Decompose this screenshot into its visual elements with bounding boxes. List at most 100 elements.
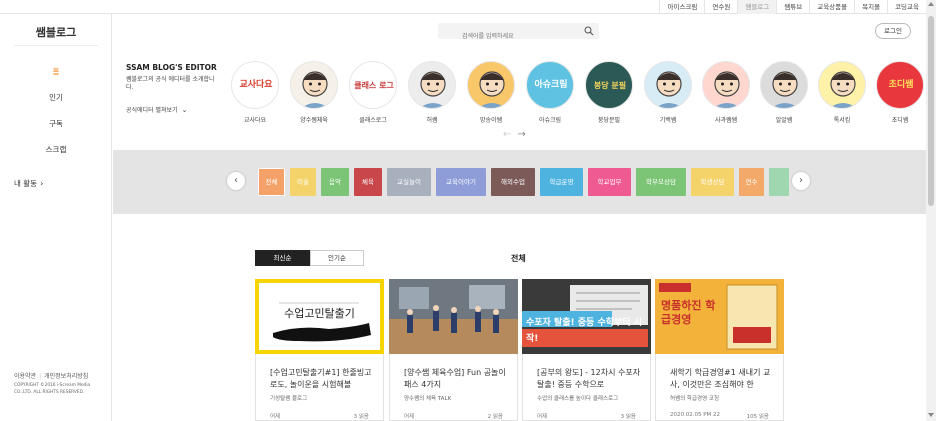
editor-avatar-name[interactable]: 사과쌤쌤 [696,115,756,124]
category-chip[interactable]: 음악 [321,168,349,196]
post-title[interactable]: [수업고민탈출기#1] 한줄빙고로도, 놀이운을 시험해볼 [270,367,374,391]
editor-title: SSAM BLOG'S EDITOR [126,63,217,72]
category-chip[interactable]: 교육이야기 [436,168,486,196]
top-link[interactable]: 쌤블로그 [737,0,777,14]
post-card-body: [공부의 왕도] - 12차시 수포자 탈출! 중등 수학으로수업의 클래스를 … [522,354,651,421]
editor-avatar[interactable] [644,61,692,109]
top-link[interactable]: 코딩교육 [887,0,926,14]
post-read-count: 105 읽음 [746,414,769,420]
post-author[interactable]: 양수쌤의 체육 TALK [404,394,451,402]
editor-avatar[interactable]: 교사다요 [231,61,279,109]
editor-avatar[interactable] [290,61,338,109]
avatar-face-icon [829,71,857,108]
category-chip[interactable]: 학급운영 [540,168,583,196]
site-logo[interactable]: 쌤블로그 [0,24,112,40]
category-chip[interactable]: 연수 [739,168,764,196]
nav-popular[interactable]: 인기 [0,92,112,103]
post-title[interactable]: [공부의 왕도] - 12차시 수포자 탈출! 중등 수학으로 [537,367,641,391]
post-author[interactable]: 기성탈쌤 블로그 [270,394,307,402]
avatar-face-icon [655,71,683,108]
editor-avatar-name[interactable]: 허쌤 [402,115,462,124]
editor-avatar-name[interactable]: 붕당분필 [579,115,639,124]
category-chip[interactable]: 학생상담 [691,168,734,196]
editor-avatar[interactable]: 아슈크림 [526,61,574,109]
separator: | [39,373,42,380]
top-link[interactable]: 복지몰 [854,0,887,14]
category-chip[interactable]: 해외수업 [491,168,535,196]
category-prev-button[interactable]: ‹ [227,172,245,190]
editor-avatar[interactable]: 붕당 분필 [585,61,633,109]
editor-avatar-name[interactable]: 양수쌤체육 [284,115,344,124]
post-card[interactable]: 명품하진 학급경영새학기 학급경영#1 새내기 교사, 이것만은 조심해야 한허… [655,279,784,421]
scrollbar-thumb[interactable] [928,16,934,206]
editor-avatar[interactable]: 클래스 로그 [349,61,397,109]
scroll-down-icon[interactable] [928,413,934,417]
avatar-text: 초디쌤 [888,80,914,91]
nav-scrap[interactable]: 스크랩 [0,144,112,155]
post-card[interactable]: 수업고민탈출기 [수업고민탈출기#1] 한줄빙고로도, 놀이운을 시험해볼기성탈쌤… [255,279,384,421]
search-box [438,23,599,45]
editor-avatar-name[interactable]: 톡서킴 [812,115,872,124]
category-chip[interactable] [769,168,789,196]
post-thumbnail[interactable] [389,279,518,354]
post-card[interactable]: [양수쌤 체육수업] Fun 공놀이 패스 4가지 양수쌤의 체육 TALK 어제 2… [389,279,518,421]
scrollbar[interactable] [926,0,936,421]
top-link[interactable]: 아이스크림 [659,0,704,14]
editor-avatar-name[interactable]: 초디쌤 [870,115,930,124]
post-date: 어제 [404,414,415,420]
editor-avatar-name[interactable]: 교사다요 [225,115,285,124]
category-chip[interactable]: 미술 [290,168,316,196]
privacy-link[interactable]: 개인정보처리방침 [44,373,88,380]
top-link[interactable]: 쌤튜브 [776,0,809,14]
post-author[interactable]: 허쌤의 학급경영 코칭 [670,394,719,402]
my-activity-label: 내 활동 [14,179,38,188]
utility-links: 아이스크림 연수원 쌤블로그 쌤튜브 교육상품몰 복지몰 코딩교육 [659,0,926,14]
category-chip[interactable]: 학부모상담 [636,168,686,196]
avatar-face-icon [301,71,329,108]
my-activity-link[interactable]: 내 활동 › [14,178,43,189]
editor-avatar[interactable] [408,61,456,109]
editor-expand-link[interactable]: 공식에디터 펼쳐보기 ⌄ [126,105,187,114]
search-icon[interactable] [584,26,594,36]
tab-popular[interactable]: 인기순 [310,250,364,266]
editor-avatar-name[interactable]: 클래스로그 [343,115,403,124]
category-next-button[interactable]: › [792,172,810,190]
post-title[interactable]: 새학기 학급경영#1 새내기 교사, 이것만은 조심해야 한 [670,367,774,391]
post-card[interactable]: 수포자 탈출! 중등 수학부터 시작! [공부의 왕도] - 12차시 수포자 탈… [522,279,651,421]
editor-description: 쌤블로그의 공식 에디터를 소개합니다. [126,76,215,91]
post-thumbnail[interactable]: 명품하진 학급경영 [655,279,784,354]
post-author[interactable]: 수업의 클래스를 높이다 클래스로그 [537,394,618,402]
chevron-right-icon: › [799,175,803,186]
nav-home[interactable]: 홈 [0,66,112,77]
post-title[interactable]: [양수쌤 체육수업] Fun 공놀이 패스 4가지 [404,367,508,391]
scroll-up-icon[interactable] [928,2,934,6]
post-thumbnail[interactable]: 수업고민탈출기 [255,279,384,354]
top-link[interactable]: 연수원 [704,0,737,14]
terms-link[interactable]: 이용약관 [14,373,36,380]
next-arrow-icon[interactable]: → [517,129,531,140]
thumb-text: 수포자 탈출! 중등 수학부터 시작! [526,318,642,344]
editor-avatar[interactable] [702,61,750,109]
editor-avatar-name[interactable]: 아슈크림 [520,115,580,124]
tab-latest[interactable]: 최신순 [255,250,310,266]
post-thumbnail[interactable]: 수포자 탈출! 중등 수학부터 시작! [522,279,651,354]
editor-avatar-name[interactable]: 알알쌤 [754,115,814,124]
top-link[interactable]: 교육상품몰 [809,0,854,14]
editor-avatar[interactable] [760,61,808,109]
avatar-text: 붕당 분필 [593,80,627,90]
editor-expand-label: 공식에디터 펼쳐보기 [126,107,178,114]
editor-avatar-name[interactable]: 기백쌤 [638,115,698,124]
category-chip[interactable]: 교실놀이 [387,168,431,196]
search-input[interactable] [438,28,578,45]
category-chip[interactable]: 학교업무 [588,168,631,196]
editor-avatar-name[interactable]: 망송이쌤 [461,115,521,124]
nav-subscribe[interactable]: 구독 [0,118,112,129]
utility-bar: 아이스크림 연수원 쌤블로그 쌤튜브 교육상품몰 복지몰 코딩교육 [0,0,926,14]
category-chip[interactable]: 체육 [354,168,382,196]
prev-arrow-icon[interactable]: ← [503,129,517,140]
editor-avatar[interactable]: 초디쌤 [876,61,924,109]
editor-avatar[interactable] [467,61,515,109]
login-button[interactable]: 로그인 [875,23,911,39]
editor-avatar[interactable] [818,61,866,109]
category-chip[interactable]: 전체 [258,168,285,196]
